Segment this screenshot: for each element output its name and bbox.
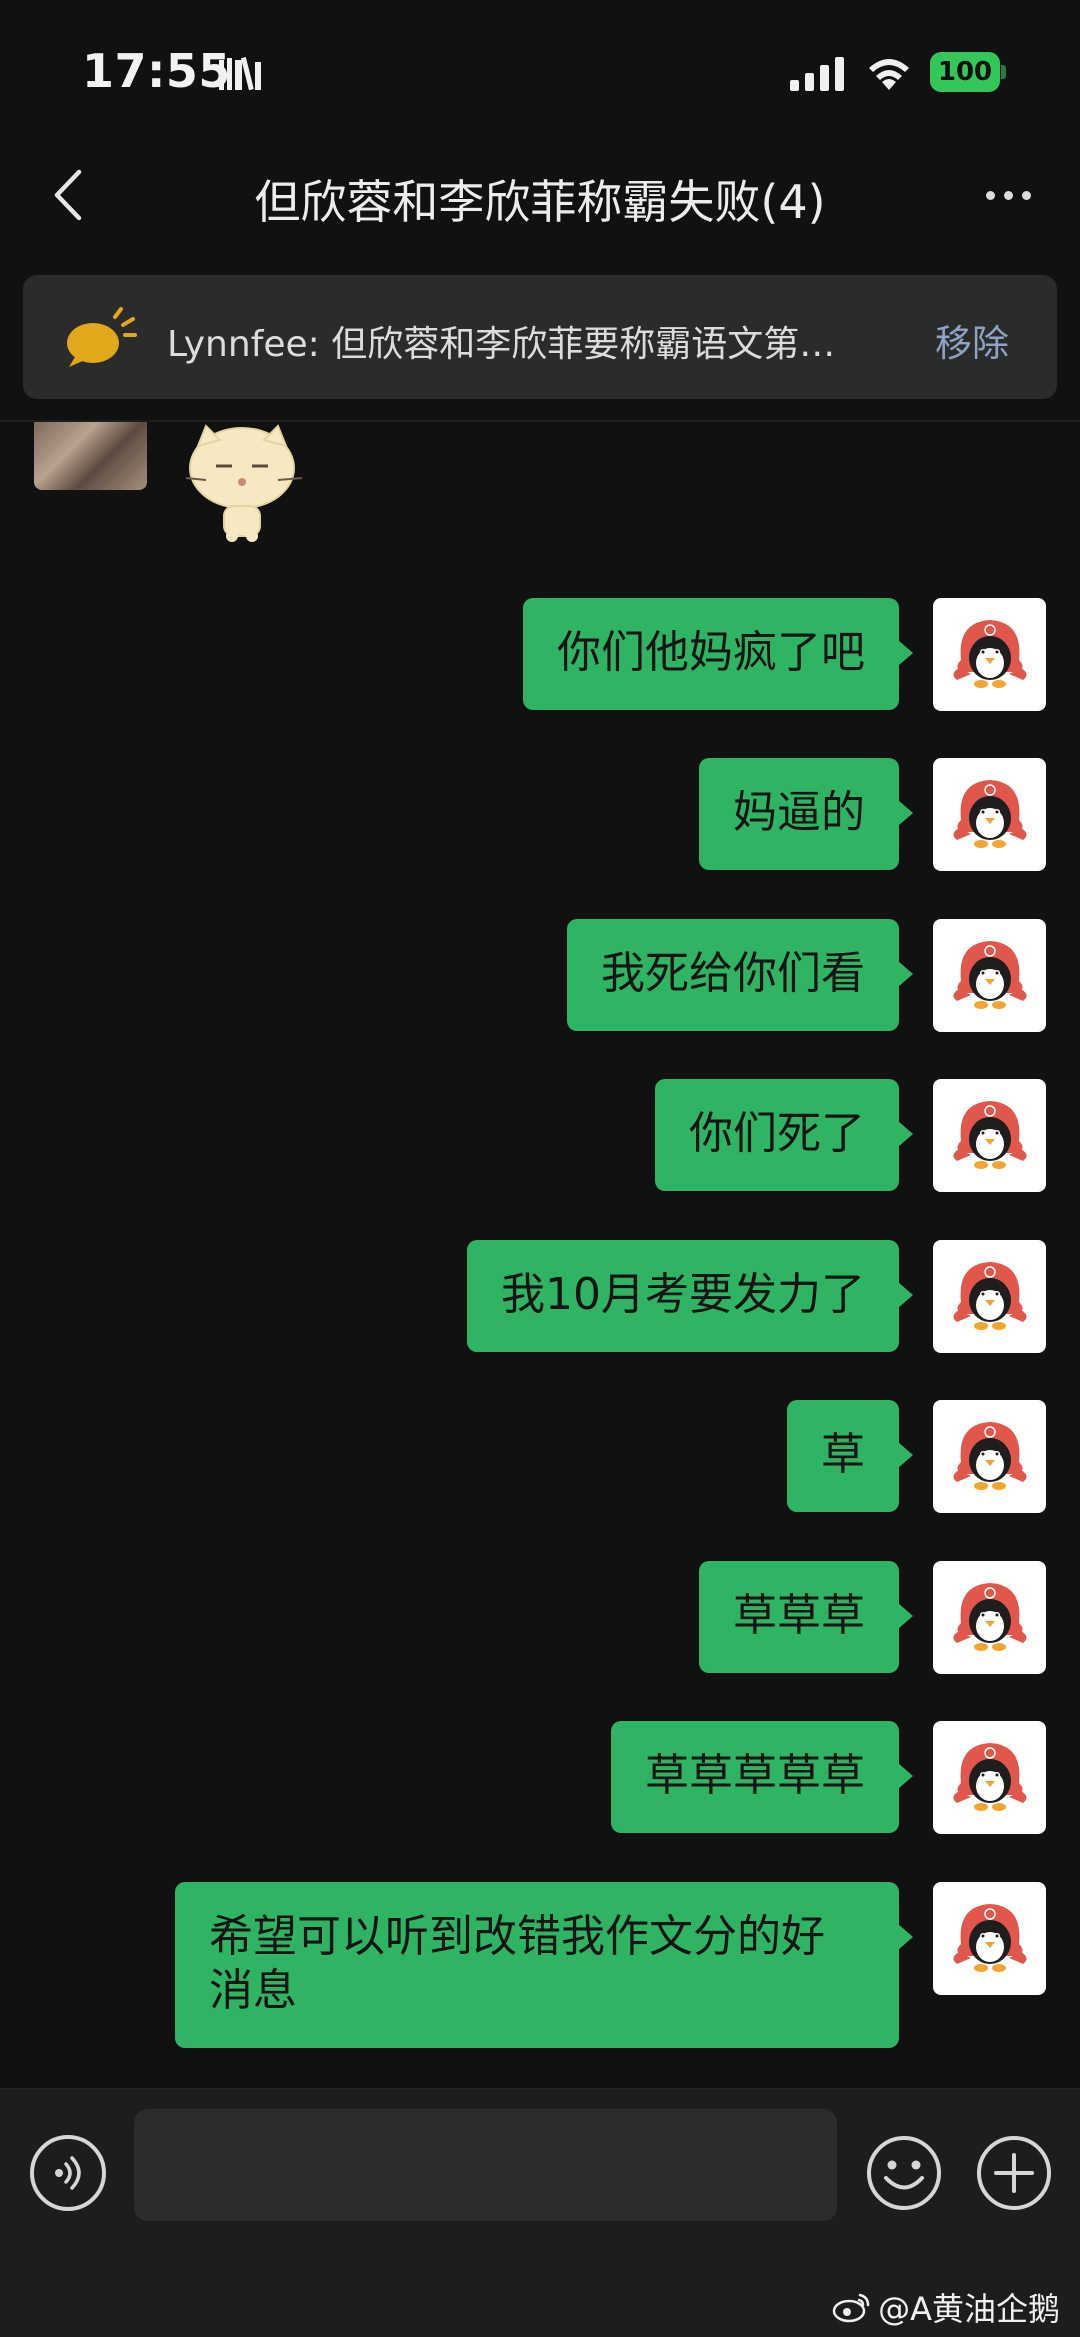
chevron-left-icon xyxy=(54,169,82,221)
user-avatar[interactable] xyxy=(933,758,1046,871)
voice-button[interactable] xyxy=(30,2135,106,2211)
more-button[interactable] xyxy=(960,160,1056,230)
penguin-avatar-icon xyxy=(952,779,1027,848)
message-bubble[interactable]: 草草草草草 xyxy=(611,1721,913,1833)
penguin-avatar-icon xyxy=(952,1582,1027,1651)
battery-level: 100 xyxy=(930,52,1000,92)
wifi-icon xyxy=(869,59,909,90)
user-avatar[interactable] xyxy=(933,1079,1046,1192)
more-dot xyxy=(1021,190,1031,200)
message-row: 希望可以听到改错我作文分的好消息 xyxy=(175,1882,1046,2048)
speech-bubble-icon xyxy=(67,307,137,367)
battery-icon: 100 xyxy=(930,52,1006,92)
watermark-text: @A黄油企鹅 xyxy=(878,2290,1060,2328)
more-dot xyxy=(985,190,995,200)
message-row: 草草草草草 xyxy=(611,1721,1046,1834)
message-row: 我10月考要发力了 xyxy=(467,1240,1046,1353)
penguin-avatar-icon xyxy=(952,1742,1027,1811)
user-avatar[interactable] xyxy=(933,1721,1046,1834)
message-row: 妈逼的 xyxy=(699,758,1046,871)
divider xyxy=(0,420,1080,422)
penguin-avatar-icon xyxy=(952,1100,1027,1169)
watermark: @A黄油企鹅 xyxy=(832,2284,1060,2330)
pinned-remove-button[interactable]: 移除 xyxy=(935,313,1009,367)
signal-icon xyxy=(790,57,844,91)
message-row: 你们死了 xyxy=(655,1079,1046,1192)
pinned-text: Lynnfee: 但欣蓉和李欣菲要称霸语文第… xyxy=(167,324,836,365)
user-avatar[interactable] xyxy=(933,1240,1046,1353)
member-avatar[interactable] xyxy=(34,422,147,490)
pinned-notice[interactable]: Lynnfee: 但欣蓉和李欣菲要称霸语文第… 移除 xyxy=(23,275,1057,399)
message-row: 草 xyxy=(787,1400,1046,1513)
message-row: 草草草 xyxy=(699,1561,1046,1674)
message-row: 我死给你们看 xyxy=(567,919,1046,1032)
cat-sticker xyxy=(185,424,303,542)
status-bar: 17:55 100 xyxy=(0,0,1080,130)
message-bubble[interactable]: 草草草 xyxy=(699,1561,913,1673)
status-time: 17:55 xyxy=(82,44,231,98)
message-bubble[interactable]: 我10月考要发力了 xyxy=(467,1240,913,1352)
message-input[interactable] xyxy=(134,2109,837,2221)
chat-screen: 17:55 100 但欣蓉和李欣菲称霸失败(4) Lynnfee: 但欣蓉和李欣… xyxy=(0,0,1080,2337)
message-bubble[interactable]: 你们他妈疯了吧 xyxy=(523,598,913,710)
user-avatar[interactable] xyxy=(933,1882,1046,1995)
penguin-avatar-icon xyxy=(952,940,1027,1009)
weibo-icon xyxy=(832,2293,870,2323)
user-avatar[interactable] xyxy=(933,1400,1046,1513)
message-bubble[interactable]: 希望可以听到改错我作文分的好消息 xyxy=(175,1882,913,2048)
emoji-icon[interactable] xyxy=(864,2133,944,2213)
message-bubble[interactable]: 妈逼的 xyxy=(699,758,913,870)
user-avatar[interactable] xyxy=(933,598,1046,711)
penguin-avatar-icon xyxy=(952,1903,1027,1972)
penguin-avatar-icon xyxy=(952,1261,1027,1330)
message-bubble[interactable]: 草 xyxy=(787,1400,913,1512)
message-row: 你们他妈疯了吧 xyxy=(523,598,1046,711)
penguin-avatar-icon xyxy=(952,1421,1027,1490)
user-avatar[interactable] xyxy=(933,919,1046,1032)
message-bubble[interactable]: 你们死了 xyxy=(655,1079,913,1191)
voice-icon xyxy=(55,2156,81,2190)
title-bar: 但欣蓉和李欣菲称霸失败(4) xyxy=(0,130,1080,260)
books-icon xyxy=(219,57,261,91)
message-bubble[interactable]: 我死给你们看 xyxy=(567,919,913,1031)
back-button[interactable] xyxy=(36,160,100,230)
chat-title: 但欣蓉和李欣菲称霸失败(4) xyxy=(254,175,826,229)
penguin-avatar-icon xyxy=(952,619,1027,688)
plus-icon[interactable] xyxy=(974,2133,1054,2213)
battery-cap xyxy=(1001,65,1006,79)
more-dot xyxy=(1003,190,1013,200)
user-avatar[interactable] xyxy=(933,1561,1046,1674)
